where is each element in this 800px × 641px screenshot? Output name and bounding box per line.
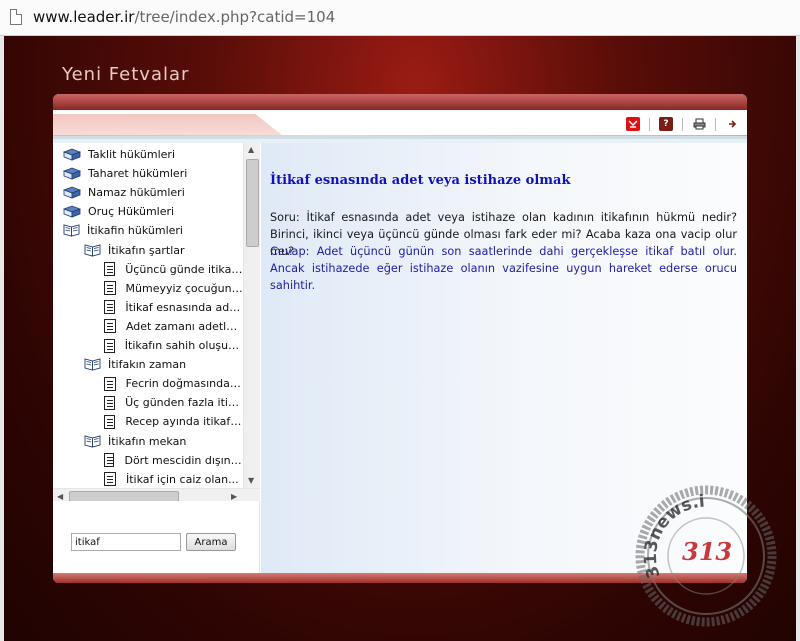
tree-folder-item[interactable]: Namaz hükümleri (62, 183, 185, 202)
tree-folder-item[interactable]: Taklit hükümleri (62, 145, 175, 164)
search-button[interactable]: Arama (186, 533, 236, 551)
tree-leaf-item[interactable]: İtikafın sahih oluşunda... (104, 336, 243, 355)
scroll-up-icon[interactable]: ▲ (248, 145, 254, 154)
help-icon[interactable]: ? (659, 117, 673, 131)
toolbar-separator (649, 117, 650, 131)
document-icon (104, 472, 116, 487)
closed-book-icon (62, 148, 82, 161)
watermark-stamp: 313news.i 313 (635, 485, 777, 627)
tree-leaf-item[interactable]: Üçüncü günde itikafa... (104, 260, 243, 279)
bookmark-icon[interactable] (626, 117, 640, 131)
document-icon (104, 319, 116, 334)
tree-item-label: İtikaf için caiz olan... (126, 472, 239, 486)
vertical-scroll-thumb[interactable] (246, 159, 259, 247)
scroll-down-icon[interactable]: ▼ (248, 476, 254, 485)
address-bar[interactable]: www.leader.ir/tree/index.php?catid=104 (0, 0, 800, 36)
toolbar-ribbon (53, 114, 283, 136)
scroll-right-icon[interactable]: ▶ (231, 492, 237, 501)
tree-item-label: İtikafin hükümleri (87, 224, 183, 238)
tree-item-label: Recep ayında itikafın... (125, 415, 243, 429)
open-book-icon (84, 358, 101, 371)
tree-scroll-area[interactable]: Taklit hükümleri Taharet hükümleri Namaz h… (53, 143, 260, 501)
toolbar-icons: ? (626, 116, 739, 132)
tree-folder-item[interactable]: İtikafin hükümleri (63, 221, 183, 240)
tree-item-label: Taharet hükümleri (88, 167, 188, 181)
tree-leaf-item[interactable]: Dört mescidin dışındaki... (104, 451, 243, 470)
tree-item-label: Mümeyyiz çocuğun i... (125, 281, 243, 295)
tree-folder-item[interactable]: Taharet hükümleri (62, 164, 188, 183)
tree-leaf-item[interactable]: Adet zamanı adetle... (104, 317, 243, 336)
tree-leaf-item[interactable]: Fecrin doğmasından... (104, 374, 243, 393)
vertical-scrollbar[interactable]: ▲ ▼ (243, 143, 260, 488)
tree-item-label: Üç günden fazla itikaf... (125, 396, 243, 410)
article-answer: Cevap: Adet üçüncü günün son saatlerinde… (270, 245, 737, 292)
scroll-left-icon[interactable]: ◀ (57, 492, 63, 501)
tree-leaf-item[interactable]: Üç günden fazla itikaf... (104, 393, 243, 412)
open-book-icon (84, 434, 101, 448)
page-icon (10, 9, 22, 25)
document-icon (104, 453, 115, 468)
tree-folder-item[interactable]: İtikafın şartlar (84, 241, 185, 260)
tree-item-label: Üçüncü günde itikafa... (125, 262, 243, 276)
tree-leaf-item[interactable]: İtikaf esnasında adet... (104, 298, 243, 317)
document-icon (104, 338, 115, 353)
tree-item-label: İtifakın zaman (108, 358, 187, 372)
horizontal-scroll-thumb[interactable] (69, 491, 179, 501)
document-icon (104, 281, 116, 296)
watermark-number: 313 (682, 537, 732, 566)
closed-book-icon (62, 205, 82, 218)
tree-item-label: Adet zamanı adetle... (125, 319, 243, 333)
tree-item-label: İtikafın şartlar (108, 243, 185, 257)
tree-item-label: İtikafın mekan (108, 434, 187, 448)
search-input[interactable] (71, 533, 181, 551)
document-icon (104, 262, 116, 277)
open-book-icon (84, 243, 101, 257)
tree-pane: Taklit hükümleri Taharet hükümleri Namaz h… (53, 143, 260, 578)
url-host: www.leader.ir (33, 8, 135, 26)
horizontal-scrollbar[interactable]: ◀ ▶ (53, 488, 260, 501)
panel-top-bar (53, 94, 747, 110)
tree-item-label: Taklit hükümleri (88, 148, 175, 161)
tree-item-label: Fecrin doğmasından... (125, 377, 243, 391)
tree-leaf-item[interactable]: Recep ayında itikafın... (104, 412, 243, 431)
closed-book-icon (62, 167, 82, 180)
next-icon[interactable] (725, 117, 739, 131)
tree-item-label: Oruç Hükümleri (88, 205, 175, 219)
article-title: İtikaf esnasında adet veya istihaze olma… (270, 173, 571, 188)
tree-item-label: Dört mescidin dışındaki... (124, 453, 243, 467)
tree-folder-item[interactable]: İtifakın zaman (84, 355, 186, 374)
document-icon (104, 376, 116, 391)
tree-folder-item[interactable]: Oruç Hükümleri (62, 202, 175, 221)
closed-book-icon (62, 186, 82, 199)
toolbar: ? (53, 110, 747, 138)
tree-leaf-item[interactable]: İtikaf için caiz olan... (104, 470, 239, 489)
tree-item-label: Namaz hükümleri (88, 186, 185, 200)
open-book-icon (63, 224, 80, 237)
document-icon (104, 414, 116, 429)
url-text[interactable]: www.leader.ir/tree/index.php?catid=104 (33, 8, 335, 26)
page-title: Yeni Fetvalar (62, 64, 190, 85)
tree-leaf-item[interactable]: Mümeyyiz çocuğun i... (104, 279, 243, 298)
print-icon[interactable] (692, 117, 706, 131)
tree-folder-item[interactable]: İtikafın mekan (84, 432, 186, 451)
toolbar-separator (715, 117, 716, 131)
document-icon (104, 395, 116, 410)
url-path: /tree/index.php?catid=104 (134, 8, 336, 26)
toolbar-separator (682, 117, 683, 131)
document-icon (104, 300, 116, 315)
tree-item-label: İtikaf esnasında adet... (125, 300, 243, 314)
tree-item-label: İtikafın sahih oluşunda... (124, 339, 243, 352)
